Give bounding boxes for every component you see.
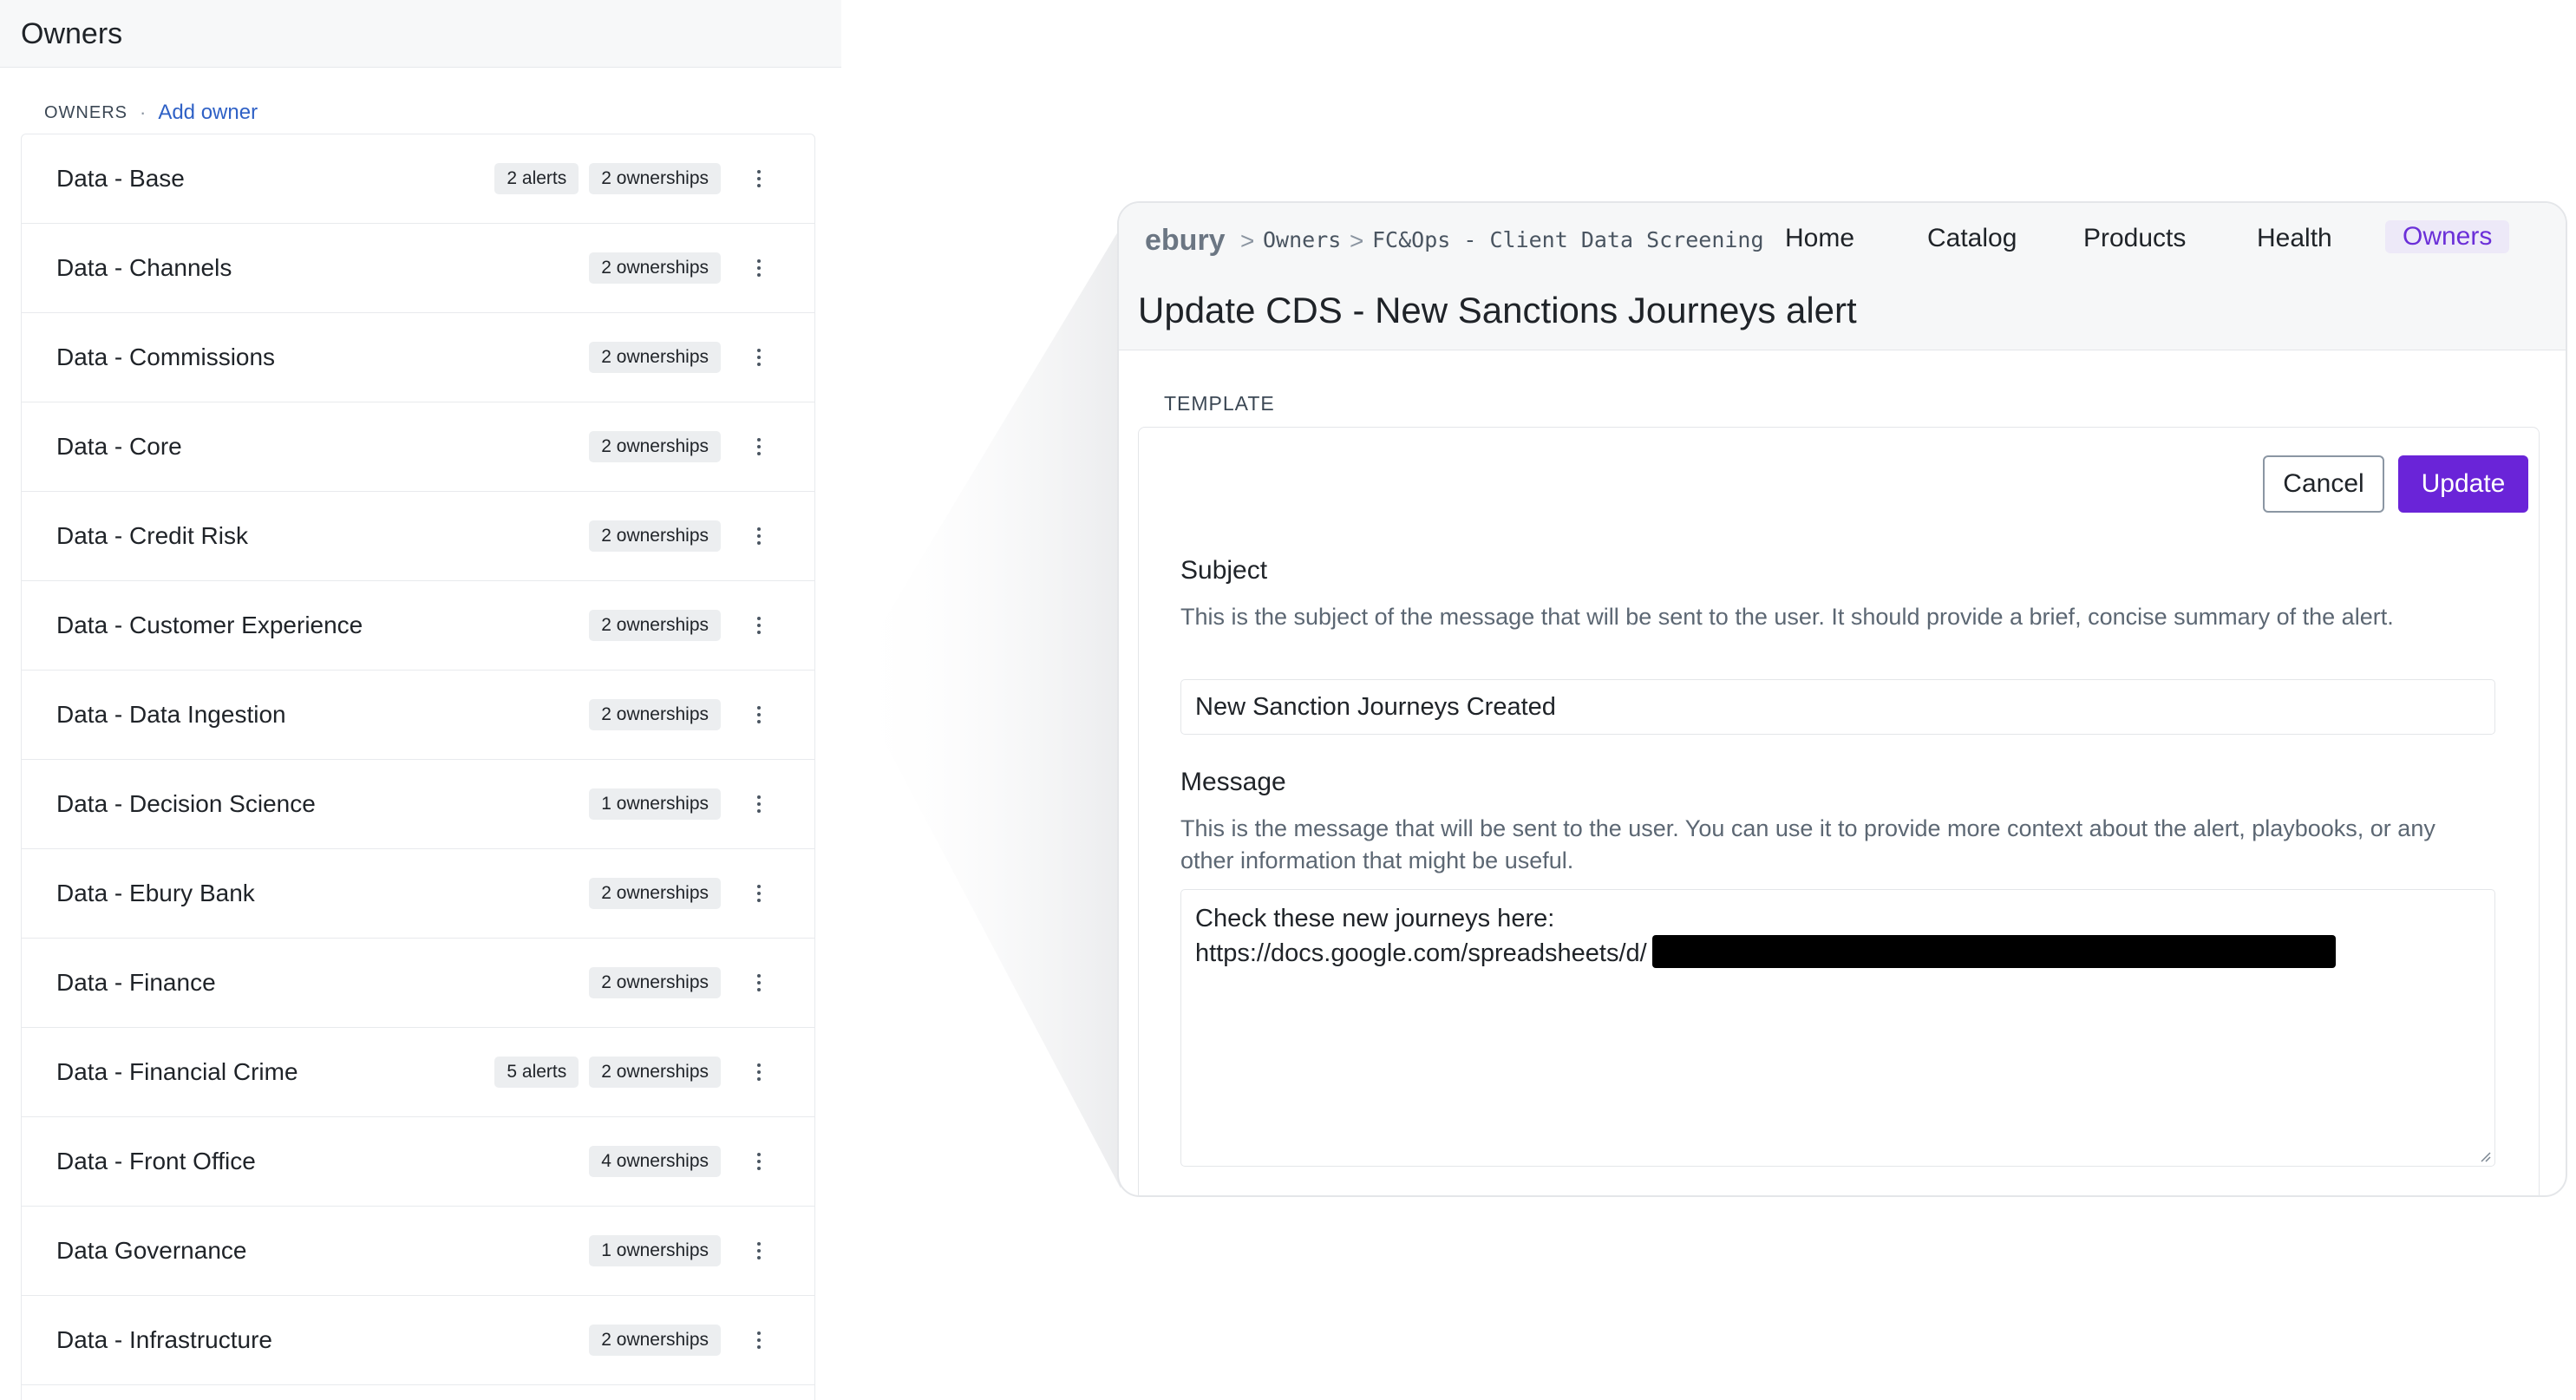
- more-options-icon[interactable]: [754, 438, 764, 455]
- ownerships-badge: 2 ownerships: [589, 163, 721, 194]
- owner-row[interactable]: Data - Base 2 alerts 2 ownerships: [22, 134, 814, 224]
- more-options-icon[interactable]: [754, 885, 764, 902]
- owner-list: Data - Base 2 alerts 2 ownerships Data -…: [21, 134, 815, 1400]
- redaction-bar: [1651, 935, 2336, 968]
- update-button[interactable]: Update: [2398, 455, 2528, 513]
- ownerships-badge: 2 ownerships: [589, 967, 721, 998]
- ownerships-badge: 2 ownerships: [589, 431, 721, 462]
- template-section-caption: TEMPLATE: [1164, 392, 1275, 415]
- more-options-icon[interactable]: [754, 617, 764, 634]
- owner-row[interactable]: Data - Front Office 4 ownerships: [22, 1117, 814, 1207]
- ownerships-badge: 2 ownerships: [589, 520, 721, 552]
- ownerships-badge: 2 ownerships: [589, 1325, 721, 1356]
- brand-logo[interactable]: ebury: [1145, 224, 1226, 258]
- more-options-icon[interactable]: [754, 1153, 764, 1170]
- owner-name: Data - Credit Risk: [56, 522, 248, 549]
- page-title: Owners: [21, 17, 123, 50]
- owner-name: Data - Commissions: [56, 343, 276, 370]
- ownerships-badge: 1 ownerships: [589, 788, 721, 820]
- detail-header: ebury > Owners > FC&Ops - Client Data Sc…: [1119, 203, 2566, 350]
- ownerships-badge: 2 ownerships: [589, 252, 721, 284]
- subject-input[interactable]: [1180, 679, 2495, 735]
- owner-row[interactable]: Data - Finance 2 ownerships: [22, 939, 814, 1028]
- zoomed-detail-panel: ebury > Owners > FC&Ops - Client Data Sc…: [1117, 201, 2567, 1197]
- owners-header: Owners: [0, 0, 841, 68]
- owner-name: Data - Core: [56, 433, 182, 460]
- more-options-icon[interactable]: [754, 1242, 764, 1259]
- owner-row[interactable]: Data - Commissions 2 ownerships: [22, 313, 814, 402]
- ownerships-badge: 4 ownerships: [589, 1146, 721, 1177]
- more-options-icon[interactable]: [754, 706, 764, 723]
- owner-row[interactable]: Data - Channels 2 ownerships: [22, 224, 814, 313]
- owner-row[interactable]: Data - Core 2 ownerships: [22, 402, 814, 492]
- ownerships-badge: 1 ownerships: [589, 1235, 721, 1266]
- owner-row[interactable]: Data Governance 1 ownerships: [22, 1207, 814, 1296]
- more-options-icon[interactable]: [754, 795, 764, 813]
- ownerships-badge: 2 ownerships: [589, 610, 721, 641]
- more-options-icon[interactable]: [754, 259, 764, 277]
- owner-row[interactable]: Data - Credit Risk 2 ownerships: [22, 492, 814, 581]
- owner-name: Data - Finance: [56, 969, 216, 996]
- breadcrumb-current[interactable]: FC&Ops - Client Data Screening: [1372, 227, 1764, 252]
- alerts-badge: 5 alerts: [494, 1057, 579, 1088]
- template-form: Cancel Update Subject This is the subjec…: [1138, 427, 2540, 1195]
- more-options-icon[interactable]: [754, 1331, 764, 1349]
- more-options-icon[interactable]: [754, 170, 764, 187]
- subject-label: Subject: [1180, 556, 1268, 585]
- nav-home[interactable]: Home: [1785, 224, 1854, 253]
- ownerships-badge: 2 ownerships: [589, 1057, 721, 1088]
- owner-row[interactable]: Data - Ebury Bank 2 ownerships: [22, 849, 814, 939]
- caption-separator: ·: [140, 101, 147, 123]
- nav-owners[interactable]: Owners: [2385, 220, 2510, 253]
- owner-name: Data - Financial Crime: [56, 1058, 298, 1085]
- ownerships-badge: 2 ownerships: [589, 342, 721, 373]
- message-url: https://docs.google.com/spreadsheets/d/: [1195, 939, 1647, 967]
- owner-name: Data - Base: [56, 165, 185, 192]
- owner-name: Data - Infrastructure: [56, 1326, 272, 1353]
- owner-name: Data Governance: [56, 1237, 247, 1264]
- resize-handle-icon[interactable]: [2477, 1148, 2491, 1162]
- owner-name: Data - Customer Experience: [56, 612, 363, 638]
- owner-name: Data - Ebury Bank: [56, 880, 255, 906]
- owners-caption-bar: OWNERS · Add owner: [44, 101, 258, 125]
- add-owner-link[interactable]: Add owner: [158, 101, 258, 125]
- subject-help-text: This is the subject of the message that …: [1180, 604, 2394, 630]
- ownerships-badge: 2 ownerships: [589, 699, 721, 730]
- owner-name: Data - Data Ingestion: [56, 701, 286, 728]
- more-options-icon[interactable]: [754, 527, 764, 545]
- more-options-icon[interactable]: [754, 974, 764, 991]
- nav-health[interactable]: Health: [2257, 224, 2332, 253]
- message-url-line: https://docs.google.com/spreadsheets/d/: [1195, 935, 2481, 970]
- owner-row[interactable]: Data - Decision Science 1 ownerships: [22, 760, 814, 849]
- more-options-icon[interactable]: [754, 1063, 764, 1081]
- breadcrumb-separator: >: [1240, 227, 1255, 254]
- owner-name: Data - Decision Science: [56, 790, 316, 817]
- owner-row[interactable]: Data - Data Ingestion 2 ownerships: [22, 671, 814, 760]
- owner-name: Data - Channels: [56, 254, 232, 281]
- detail-title: Update CDS - New Sanctions Journeys aler…: [1138, 290, 1857, 330]
- ownerships-badge: 2 ownerships: [589, 878, 721, 909]
- owner-row[interactable]: Data - Infrastructure 2 ownerships: [22, 1296, 814, 1385]
- breadcrumb-owners[interactable]: Owners: [1263, 227, 1341, 252]
- alerts-badge: 2 alerts: [494, 163, 579, 194]
- message-textarea[interactable]: Check these new journeys here: https://d…: [1180, 889, 2495, 1167]
- owner-row[interactable]: Data - Customer Experience 2 ownerships: [22, 581, 814, 671]
- message-label: Message: [1180, 768, 1286, 796]
- owner-name: Data - Front Office: [56, 1148, 256, 1174]
- owner-row[interactable]: Data - Financial Crime 5 alerts 2 owners…: [22, 1028, 814, 1117]
- breadcrumb-separator: >: [1350, 227, 1364, 254]
- nav-products[interactable]: Products: [2083, 224, 2186, 253]
- nav-catalog[interactable]: Catalog: [1927, 224, 2017, 253]
- more-options-icon[interactable]: [754, 349, 764, 366]
- cancel-button[interactable]: Cancel: [2263, 455, 2384, 513]
- message-help-text: This is the message that will be sent to…: [1180, 815, 2435, 873]
- message-line: Check these new journeys here:: [1195, 905, 1555, 932]
- owners-caption: OWNERS: [44, 102, 127, 122]
